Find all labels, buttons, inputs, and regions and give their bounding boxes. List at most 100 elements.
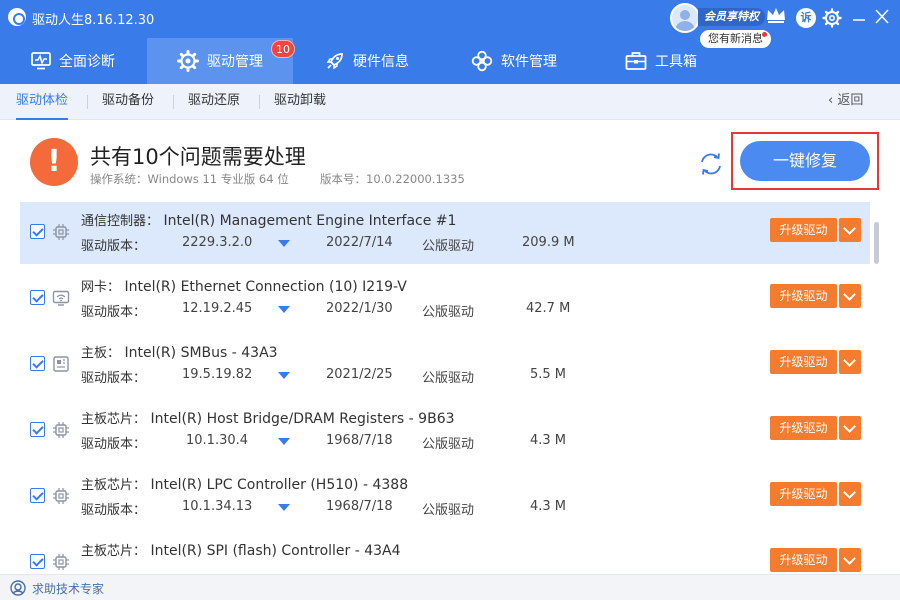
upgrade-options-chevron-icon[interactable] — [839, 482, 861, 506]
row-checkbox[interactable] — [30, 356, 45, 371]
subtab-driver-restore[interactable]: 驱动还原 — [188, 84, 240, 120]
device-title: 网卡： Intel(R) Ethernet Connection (10) I2… — [81, 276, 407, 295]
tab-label: 硬件信息 — [353, 54, 409, 70]
support-agent-icon[interactable] — [10, 580, 26, 596]
chip-icon — [53, 224, 69, 240]
driver-version-label: 驱动版本： — [81, 503, 147, 518]
driver-version-label: 驱动版本： — [81, 305, 147, 320]
driver-size: 209.9 M — [522, 235, 575, 250]
device-title: 主板芯片： Intel(R) Host Bridge/DRAM Register… — [81, 408, 455, 427]
row-checkbox[interactable] — [30, 488, 45, 503]
driver-version: 12.19.2.45 — [182, 301, 253, 316]
driver-row[interactable]: 网卡： Intel(R) Ethernet Connection (10) I2… — [20, 268, 870, 330]
version-dropdown-icon[interactable] — [278, 438, 290, 445]
crown-icon[interactable] — [765, 6, 787, 24]
upgrade-driver-button[interactable]: 升级驱动 — [770, 416, 837, 440]
driver-date: 1968/7/18 — [326, 433, 393, 448]
upgrade-driver-button[interactable]: 升级驱动 — [770, 482, 837, 506]
driver-size: 4.3 M — [530, 433, 567, 448]
device-category: 主板芯片： — [81, 544, 147, 559]
driver-row[interactable]: 主板芯片： Intel(R) SPI (flash) Controller - … — [20, 532, 870, 574]
tab-hardware-info[interactable]: 硬件信息 — [294, 38, 440, 84]
tab-label: 全面诊断 — [59, 54, 115, 70]
issue-summary-title: 共有10个问题需要处理 — [90, 145, 306, 169]
rocket-icon — [326, 53, 343, 70]
subtab-driver-uninstall[interactable]: 驱动卸载 — [274, 84, 326, 120]
driver-row[interactable]: 主板芯片： Intel(R) LPC Controller (H510) - 4… — [20, 466, 870, 528]
settings-gear-icon[interactable] — [822, 8, 842, 28]
version-dropdown-icon[interactable] — [278, 306, 290, 313]
device-name: Intel(R) Host Bridge/DRAM Registers - 9B… — [150, 411, 455, 427]
subtab-divider — [173, 95, 174, 109]
device-category: 网卡： — [81, 280, 121, 295]
warning-icon: ! — [30, 138, 78, 186]
close-icon[interactable] — [874, 8, 890, 26]
upgrade-options-chevron-icon[interactable] — [839, 416, 861, 440]
title-bar: 驱动人生8.16.12.30 会员享特权 您有新消息 诉 — [0, 0, 900, 48]
device-name: Intel(R) Ethernet Connection (10) I219-V — [124, 279, 407, 295]
device-title: 主板芯片： Intel(R) LPC Controller (H510) - 4… — [81, 474, 408, 493]
network-card-icon — [52, 290, 70, 306]
gear-icon — [177, 50, 199, 72]
driver-type: 公版驱动 — [422, 239, 475, 254]
version-dropdown-icon[interactable] — [278, 240, 290, 247]
list-scrollbar[interactable] — [874, 222, 879, 264]
subtab-driver-check[interactable]: 驱动体检 — [16, 84, 69, 120]
upgrade-options-chevron-icon[interactable] — [839, 284, 861, 308]
upgrade-driver-button[interactable]: 升级驱动 — [770, 350, 837, 374]
flower-icon — [471, 50, 493, 72]
row-checkbox[interactable] — [30, 290, 45, 305]
tab-label: 驱动管理 — [207, 54, 263, 70]
driver-type: 公版驱动 — [422, 503, 475, 518]
row-checkbox[interactable] — [30, 554, 45, 569]
one-click-fix-button[interactable]: 一键修复 — [740, 141, 870, 181]
driver-row[interactable]: 主板芯片： Intel(R) Host Bridge/DRAM Register… — [20, 400, 870, 462]
refresh-icon[interactable] — [697, 150, 725, 178]
back-label: 返回 — [837, 93, 864, 108]
driver-date: 1968/7/18 — [326, 499, 393, 514]
vip-badge[interactable]: 会员享特权 — [698, 8, 765, 26]
driver-size: 42.7 M — [526, 301, 571, 316]
issue-count-badge: 10 — [271, 40, 295, 58]
driver-date: 2021/2/25 — [326, 367, 393, 382]
device-title: 主板： Intel(R) SMBus - 43A3 — [81, 342, 278, 361]
upgrade-options-chevron-icon[interactable] — [839, 548, 861, 572]
version-dropdown-icon[interactable] — [278, 372, 290, 379]
avatar[interactable] — [670, 3, 700, 33]
tab-driver-management[interactable]: 驱动管理 10 — [147, 38, 295, 84]
minimize-icon[interactable] — [851, 8, 867, 28]
status-footer: 求助技术专家 — [0, 574, 900, 600]
upgrade-driver-button[interactable]: 升级驱动 — [770, 218, 837, 242]
driver-row[interactable]: 主板： Intel(R) SMBus - 43A3 驱动版本： 19.5.19.82… — [20, 334, 870, 396]
back-button[interactable]: ‹ 返回 — [828, 84, 863, 120]
ask-expert-link[interactable]: 求助技术专家 — [32, 580, 104, 597]
device-name: Intel(R) LPC Controller (H510) - 4388 — [150, 477, 409, 493]
device-category: 主板芯片： — [81, 412, 147, 427]
chevron-left-icon: ‹ — [828, 93, 838, 108]
monitor-icon — [31, 52, 51, 70]
upgrade-options-chevron-icon[interactable] — [839, 218, 861, 242]
upgrade-driver-button[interactable]: 升级驱动 — [770, 284, 837, 308]
tab-toolbox[interactable]: 工具箱 — [588, 38, 734, 84]
tab-software-management[interactable]: 软件管理 — [441, 38, 587, 84]
device-name: Intel(R) SMBus - 43A3 — [124, 345, 278, 361]
device-category: 通信控制器： — [81, 214, 160, 229]
chip-icon — [53, 488, 69, 504]
device-title: 通信控制器： Intel(R) Management Engine Interf… — [81, 210, 456, 229]
row-checkbox[interactable] — [30, 422, 45, 437]
app-logo-icon — [8, 8, 26, 26]
driver-type: 公版驱动 — [422, 371, 475, 386]
driver-row[interactable]: 通信控制器： Intel(R) Management Engine Interf… — [20, 202, 870, 264]
subtab-driver-backup[interactable]: 驱动备份 — [102, 84, 154, 120]
upgrade-options-chevron-icon[interactable] — [839, 350, 861, 374]
driver-version: 10.1.30.4 — [186, 433, 249, 448]
app-header: 驱动人生8.16.12.30 会员享特权 您有新消息 诉 全面诊断 驱动管理 1… — [0, 0, 900, 84]
driver-type: 公版驱动 — [422, 437, 475, 452]
device-name: Intel(R) Management Engine Interface #1 — [163, 213, 457, 229]
version-dropdown-icon[interactable] — [278, 504, 290, 511]
upgrade-driver-button[interactable]: 升级驱动 — [770, 548, 837, 572]
tab-full-diagnosis[interactable]: 全面诊断 — [0, 38, 146, 84]
complain-icon[interactable]: 诉 — [796, 8, 816, 28]
driver-date: 2022/7/14 — [326, 235, 393, 250]
row-checkbox[interactable] — [30, 224, 45, 239]
